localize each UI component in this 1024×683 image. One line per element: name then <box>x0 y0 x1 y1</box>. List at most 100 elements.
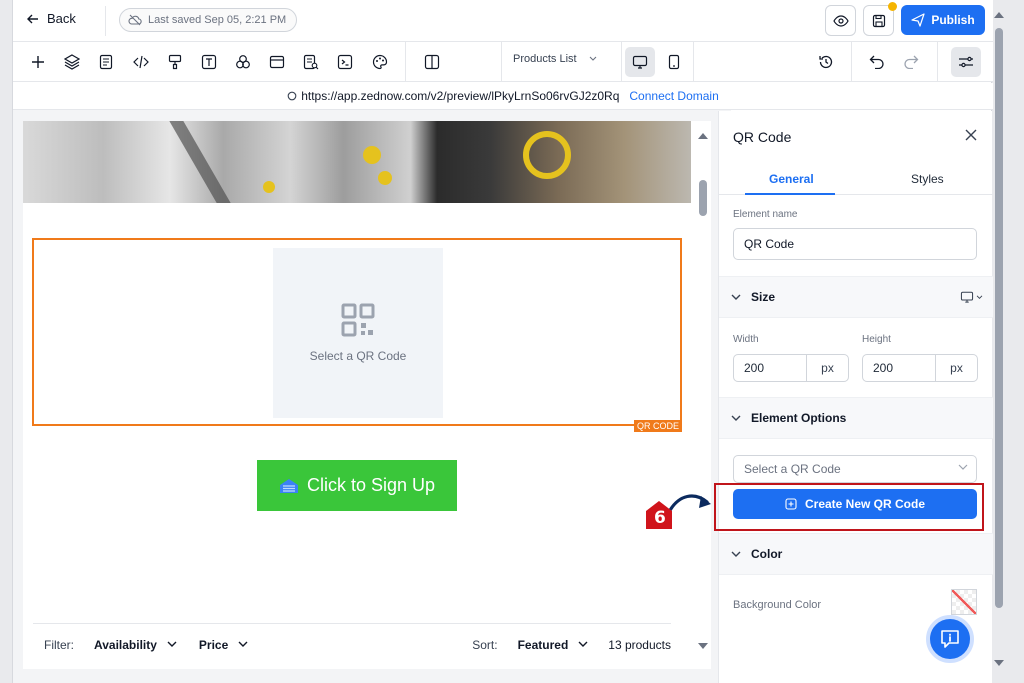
filter-price[interactable]: Price <box>199 638 248 652</box>
color-section-title: Color <box>751 547 783 561</box>
text-icon <box>201 54 217 70</box>
divider <box>937 42 938 82</box>
editor-toolbar: Products List <box>13 42 993 82</box>
width-unit[interactable]: px <box>806 355 848 381</box>
scroll-down-icon[interactable] <box>696 641 710 651</box>
element-options-header[interactable]: Element Options <box>719 397 993 439</box>
qr-code-element[interactable]: Select a QR Code QR CODE <box>32 238 682 432</box>
eye-icon <box>832 14 849 27</box>
top-header: Back Last saved Sep 05, 2:21 PM Publish <box>13 0 993 42</box>
layers-icon <box>64 54 80 70</box>
preview-url[interactable]: https://app.zednow.com/v2/preview/lPkyLr… <box>301 89 619 103</box>
publish-button[interactable]: Publish <box>901 5 985 35</box>
undo-button[interactable] <box>866 51 888 73</box>
panel-title: QR Code <box>733 129 792 145</box>
size-section-header[interactable]: Size <box>719 276 993 318</box>
chevron-down-icon <box>731 294 741 300</box>
banner-shape <box>263 181 275 193</box>
palette-icon <box>372 54 388 70</box>
preview-button[interactable] <box>825 5 856 36</box>
active-tab-indicator <box>745 193 835 195</box>
height-input[interactable]: 200 px <box>862 354 978 382</box>
page-canvas: Select a QR Code QR CODE Click to Sign U… <box>23 121 711 669</box>
signup-label: Click to Sign Up <box>306 475 436 495</box>
history-button[interactable] <box>815 51 837 73</box>
page-scrollbar[interactable] <box>992 12 1006 670</box>
desktop-view-button[interactable] <box>625 47 655 77</box>
filter-availability[interactable]: Availability <box>94 638 177 652</box>
divider <box>621 42 622 82</box>
divider <box>405 42 406 82</box>
pages-button[interactable] <box>95 51 117 73</box>
columns-button[interactable] <box>421 51 443 73</box>
notification-dot <box>888 2 897 11</box>
form-icon <box>303 54 319 70</box>
monitor-icon <box>632 55 648 69</box>
pages-icon <box>99 54 113 70</box>
palette-button[interactable] <box>369 51 391 73</box>
filter-option-label: Availability <box>94 637 157 652</box>
sort-value: Featured <box>517 637 569 652</box>
properties-panel: QR Code General Styles Element name QR C… <box>718 111 993 683</box>
layers-button[interactable] <box>61 51 83 73</box>
redo-icon <box>904 55 919 69</box>
preview-url-bar: https://app.zednow.com/v2/preview/lPkyLr… <box>13 83 993 110</box>
chevron-down-icon <box>731 415 741 421</box>
help-chat-button[interactable] <box>926 615 974 663</box>
background-color-label: Background Color <box>733 599 822 611</box>
step-number: 6 <box>654 508 666 528</box>
divider <box>501 42 502 82</box>
close-icon[interactable] <box>963 127 979 143</box>
back-label: Back <box>47 11 76 26</box>
settings-panel-toggle[interactable] <box>951 47 981 77</box>
add-element-button[interactable] <box>27 51 49 73</box>
qr-placeholder[interactable]: Select a QR Code <box>273 248 443 418</box>
mobile-view-button[interactable] <box>659 47 689 77</box>
back-button[interactable]: Back <box>27 11 76 26</box>
monitor-icon <box>960 291 974 303</box>
undo-icon <box>869 55 884 69</box>
device-select[interactable] <box>960 291 983 303</box>
code-icon <box>133 55 149 69</box>
page-select[interactable]: Products List <box>513 53 597 65</box>
redo-button[interactable] <box>900 51 922 73</box>
qr-code-select[interactable]: Select a QR Code <box>733 455 977 483</box>
scrollbar-thumb[interactable] <box>699 180 707 216</box>
code-button[interactable] <box>130 51 152 73</box>
form-button[interactable] <box>300 51 322 73</box>
scroll-down-icon[interactable] <box>992 658 1006 668</box>
tutorial-highlight-box <box>714 483 984 531</box>
signup-button[interactable]: Click to Sign Up <box>257 460 457 511</box>
chevron-down-icon <box>167 641 177 647</box>
element-name-label: Element name <box>733 209 798 220</box>
save-button[interactable] <box>863 2 897 36</box>
filter-option-label: Price <box>198 637 229 652</box>
save-status-pill: Last saved Sep 05, 2:21 PM <box>119 8 298 32</box>
scroll-up-icon[interactable] <box>992 10 1006 20</box>
layout-button[interactable] <box>266 51 288 73</box>
editor-app: Back Last saved Sep 05, 2:21 PM Publish <box>12 0 993 683</box>
save-icon <box>872 14 885 27</box>
width-value: 200 <box>744 361 765 375</box>
text-button[interactable] <box>198 51 220 73</box>
tab-general[interactable]: General <box>769 172 814 186</box>
sort-select[interactable]: Featured <box>518 638 589 652</box>
tab-styles[interactable]: Styles <box>911 172 944 186</box>
background-color-swatch[interactable] <box>951 589 977 615</box>
paint-icon <box>168 54 182 70</box>
product-filter-bar: Filter: Availability Price Sort: Feature… <box>33 623 671 665</box>
scroll-up-icon[interactable] <box>696 131 710 141</box>
connect-domain-link[interactable]: Connect Domain <box>629 89 718 103</box>
banner-shape <box>169 121 317 203</box>
width-input[interactable]: 200 px <box>733 354 849 382</box>
height-unit[interactable]: px <box>935 355 977 381</box>
color-section-header[interactable]: Color <box>719 533 993 575</box>
element-type-tag: QR CODE <box>633 420 682 432</box>
canvas-scrollbar[interactable] <box>696 131 710 671</box>
element-name-input[interactable]: QR Code <box>733 228 977 260</box>
paint-button[interactable] <box>164 51 186 73</box>
components-button[interactable] <box>232 51 254 73</box>
scrollbar-thumb[interactable] <box>995 28 1003 608</box>
element-options-title: Element Options <box>751 411 847 425</box>
terminal-button[interactable] <box>334 51 356 73</box>
